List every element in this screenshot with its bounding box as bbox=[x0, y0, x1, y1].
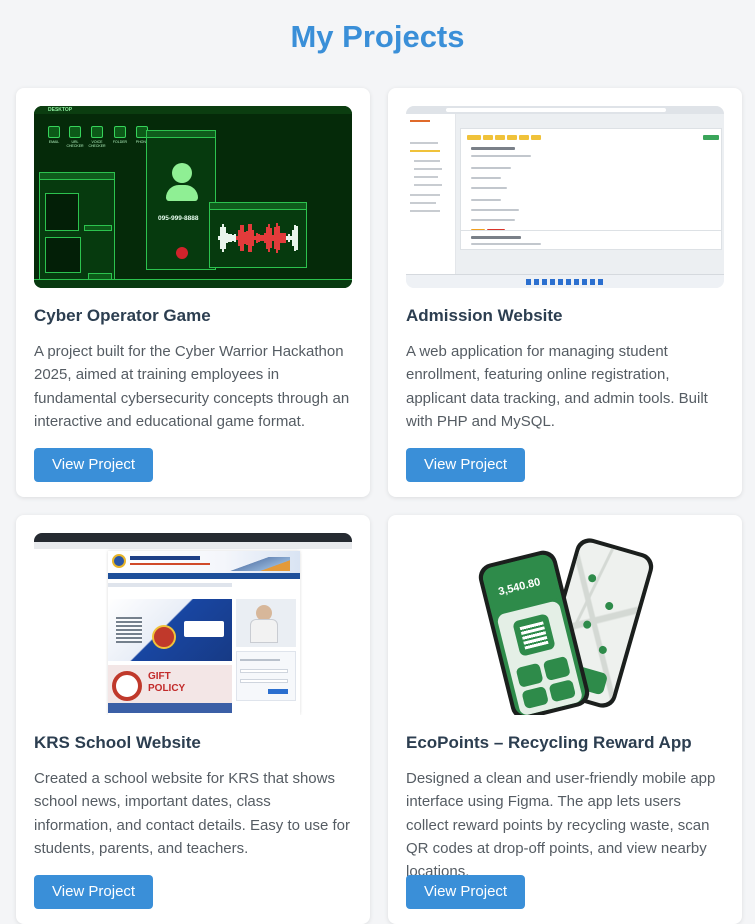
phone-window: 095-999-8888 bbox=[146, 130, 216, 270]
voice-checker-window bbox=[209, 202, 307, 268]
project-thumbnail-krs-school[interactable]: GIFT POLICY bbox=[34, 533, 352, 715]
chat-window bbox=[39, 172, 115, 284]
project-card-cyber-operator: DESKTOP EMAIL URL CHECKER VOICE CHECKER … bbox=[16, 88, 370, 497]
view-project-button[interactable]: View Project bbox=[34, 875, 154, 909]
folder-icon bbox=[114, 126, 126, 138]
project-description: Created a school website for KRS that sh… bbox=[34, 770, 351, 857]
waveform-bar bbox=[296, 225, 298, 251]
page-title: My Projects bbox=[290, 19, 465, 54]
school-page: GIFT POLICY bbox=[108, 551, 300, 715]
project-title: Admission Website bbox=[406, 306, 563, 325]
project-card-admission: Admission Website A web application for … bbox=[388, 88, 742, 497]
icon-label: FOLDER bbox=[112, 140, 128, 144]
admin-main bbox=[456, 114, 724, 274]
school-logo-icon bbox=[112, 554, 126, 568]
hang-up-icon bbox=[176, 247, 188, 259]
project-description: A web application for managing student e… bbox=[406, 343, 708, 430]
phone-number: 095-999-8888 bbox=[158, 215, 199, 222]
project-title: Cyber Operator Game bbox=[34, 306, 211, 325]
view-project-button[interactable]: View Project bbox=[34, 448, 154, 482]
project-card-krs-school: GIFT POLICY KRS School Website Created a… bbox=[16, 515, 370, 924]
url-checker-icon bbox=[69, 126, 81, 138]
gift-text: GIFT bbox=[148, 671, 171, 682]
project-thumbnail-admission[interactable] bbox=[406, 106, 724, 288]
icon-label: URL CHECKER bbox=[66, 140, 84, 148]
project-thumbnail-cyber-game[interactable]: DESKTOP EMAIL URL CHECKER VOICE CHECKER … bbox=[34, 106, 352, 288]
view-project-button[interactable]: View Project bbox=[406, 448, 526, 482]
policy-text: POLICY bbox=[148, 683, 186, 694]
icon-label: VOICE CHECKER bbox=[88, 140, 106, 148]
project-title: KRS School Website bbox=[34, 733, 201, 752]
admin-sidebar bbox=[406, 114, 456, 274]
caller-avatar-icon bbox=[172, 163, 192, 183]
project-description: A project built for the Cyber Warrior Ha… bbox=[34, 343, 350, 430]
os-taskbar bbox=[406, 274, 724, 288]
project-thumbnail-ecopoints[interactable]: 3,540.80 bbox=[406, 533, 724, 715]
voice-checker-icon bbox=[91, 126, 103, 138]
projects-grid: DESKTOP EMAIL URL CHECKER VOICE CHECKER … bbox=[16, 88, 742, 924]
desktop-label: DESKTOP bbox=[48, 107, 73, 113]
project-card-ecopoints: 3,540.80 EcoPoints – Recycling Reward Ap… bbox=[388, 515, 742, 924]
project-description: Designed a clean and user-friendly mobil… bbox=[406, 770, 716, 881]
email-icon bbox=[48, 126, 60, 138]
project-title: EcoPoints – Recycling Reward App bbox=[406, 733, 692, 752]
view-project-button[interactable]: View Project bbox=[406, 875, 526, 909]
